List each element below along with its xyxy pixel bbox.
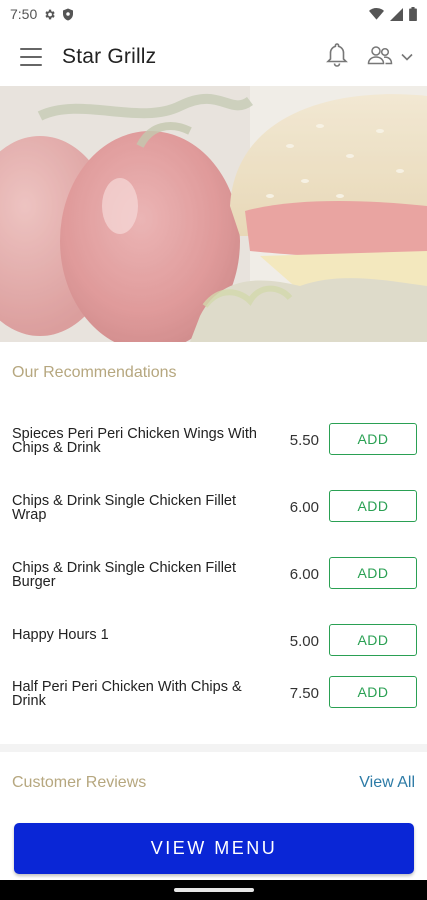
wifi-icon (369, 8, 384, 20)
view-menu-button[interactable]: VIEW MENU (14, 823, 414, 874)
hero-image (0, 86, 427, 342)
menu-item: Happy Hours 1 5.00 ADD (0, 624, 427, 658)
status-right (369, 7, 417, 21)
add-button[interactable]: ADD (329, 423, 417, 455)
menu-item-name: Spieces Peri Peri Chicken Wings With Chi… (12, 426, 257, 456)
menu-item-price: 5.50 (289, 432, 319, 449)
view-all-link[interactable]: View All (359, 774, 415, 792)
add-button[interactable]: ADD (329, 490, 417, 522)
menu-item: Chips & Drink Single Chicken Fillet Burg… (0, 557, 427, 591)
recommendations-title: Our Recommendations (12, 364, 177, 381)
status-time: 7:50 (10, 6, 38, 22)
app-bar: Star Grillz (0, 28, 427, 86)
menu-item-name: Half Peri Peri Chicken With Chips & Drin… (12, 679, 242, 709)
menu-item-name: Chips & Drink Single Chicken Fillet Wrap (12, 493, 237, 523)
menu-icon[interactable] (20, 48, 42, 66)
settings-icon (43, 8, 56, 21)
menu-item-price: 6.00 (289, 499, 319, 516)
menu-item-name: Happy Hours 1 (12, 627, 109, 643)
page-title: Star Grillz (62, 45, 157, 68)
status-left: 7:50 (10, 6, 74, 22)
add-button[interactable]: ADD (329, 676, 417, 708)
menu-item: Chips & Drink Single Chicken Fillet Wrap… (0, 490, 427, 524)
menu-item: Spieces Peri Peri Chicken Wings With Chi… (0, 423, 427, 457)
reviews-title: Customer Reviews (12, 774, 147, 791)
system-nav-bar (0, 880, 427, 900)
bell-icon[interactable] (325, 42, 349, 73)
add-button[interactable]: ADD (329, 624, 417, 656)
menu-item-price: 6.00 (289, 566, 319, 583)
user-group-icon (367, 45, 393, 70)
menu-item-price: 7.50 (289, 685, 319, 702)
menu-item: Half Peri Peri Chicken With Chips & Drin… (0, 676, 427, 710)
section-divider (0, 744, 427, 752)
signal-icon (390, 7, 403, 21)
add-button[interactable]: ADD (329, 557, 417, 589)
menu-item-name: Chips & Drink Single Chicken Fillet Burg… (12, 560, 237, 590)
chevron-down-icon (401, 48, 413, 66)
profile-switcher[interactable] (367, 45, 413, 70)
shield-icon (62, 8, 74, 21)
status-bar: 7:50 (0, 0, 427, 28)
home-handle[interactable] (174, 888, 254, 892)
battery-icon (409, 7, 417, 21)
menu-item-price: 5.00 (289, 633, 319, 650)
